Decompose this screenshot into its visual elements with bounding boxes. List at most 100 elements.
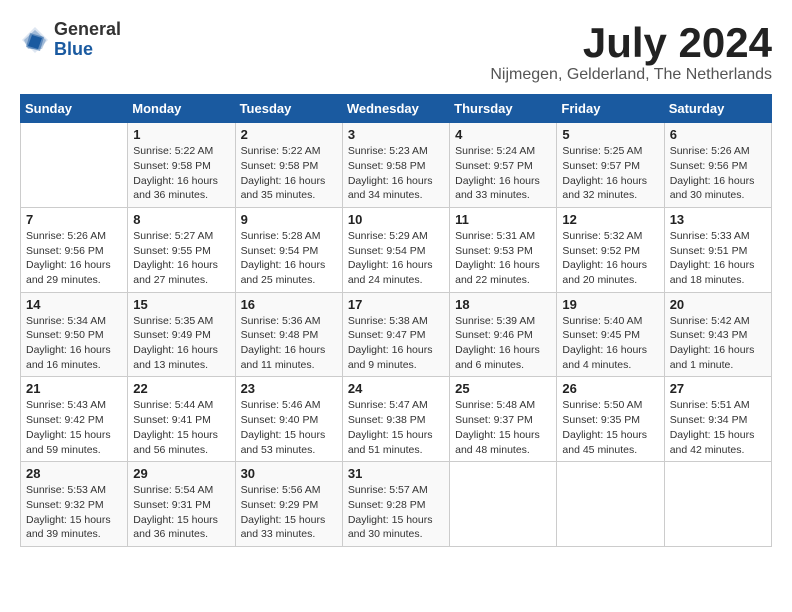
calendar-cell: 2 Sunrise: 5:22 AM Sunset: 9:58 PM Daylig…: [235, 123, 342, 208]
day-info: Sunrise: 5:51 AM Sunset: 9:34 PM Dayligh…: [670, 398, 766, 457]
logo: General Blue: [20, 20, 121, 60]
calendar-week-4: 21Sunrise: 5:43 AM Sunset: 9:42 PM Dayli…: [21, 377, 772, 462]
day-number: 7: [26, 212, 122, 227]
calendar-cell: 29 Sunrise: 5:54 AM Sunset: 9:31 PM Dayli…: [128, 462, 235, 547]
day-number: 31: [348, 466, 444, 481]
day-info: Sunrise: 5:57 AM Sunset: 9:28 PM Dayligh…: [348, 483, 444, 542]
day-number: 11: [455, 212, 551, 227]
day-info: Sunrise: 5:22 AM Sunset: 9:58 PM Dayligh…: [241, 144, 337, 203]
day-number: 5: [562, 127, 658, 142]
day-info: Sunrise: 5:56 AM Sunset: 9:29 PM Dayligh…: [241, 483, 337, 542]
calendar-cell: [557, 462, 664, 547]
header-row: SundayMondayTuesdayWednesdayThursdayFrid…: [21, 95, 772, 123]
day-number: 20: [670, 297, 766, 312]
calendar-cell: 18 Sunrise: 5:39 AM Sunset: 9:46 PM Dayli…: [450, 292, 557, 377]
day-number: 22: [133, 381, 229, 396]
logo-icon: [20, 25, 50, 55]
calendar-cell: 24 Sunrise: 5:47 AM Sunset: 9:38 PM Dayli…: [342, 377, 449, 462]
calendar-week-2: 7 Sunrise: 5:26 AM Sunset: 9:56 PM Daylig…: [21, 207, 772, 292]
calendar-cell: 26 Sunrise: 5:50 AM Sunset: 9:35 PM Dayli…: [557, 377, 664, 462]
day-info: Sunrise: 5:43 AM Sunset: 9:42 PM Dayligh…: [26, 398, 122, 457]
calendar-cell: 8 Sunrise: 5:27 AM Sunset: 9:55 PM Daylig…: [128, 207, 235, 292]
calendar-cell: 11Sunrise: 5:31 AM Sunset: 9:53 PM Dayli…: [450, 207, 557, 292]
calendar-cell: 4 Sunrise: 5:24 AM Sunset: 9:57 PM Daylig…: [450, 123, 557, 208]
calendar-cell: 27Sunrise: 5:51 AM Sunset: 9:34 PM Dayli…: [664, 377, 771, 462]
calendar-cell: 7 Sunrise: 5:26 AM Sunset: 9:56 PM Daylig…: [21, 207, 128, 292]
calendar-cell: 17 Sunrise: 5:38 AM Sunset: 9:47 PM Dayli…: [342, 292, 449, 377]
day-info: Sunrise: 5:50 AM Sunset: 9:35 PM Dayligh…: [562, 398, 658, 457]
day-number: 15: [133, 297, 229, 312]
day-info: Sunrise: 5:48 AM Sunset: 9:37 PM Dayligh…: [455, 398, 551, 457]
day-info: Sunrise: 5:26 AM Sunset: 9:56 PM Dayligh…: [26, 229, 122, 288]
calendar-cell: 23 Sunrise: 5:46 AM Sunset: 9:40 PM Dayli…: [235, 377, 342, 462]
day-number: 17: [348, 297, 444, 312]
calendar-cell: 16Sunrise: 5:36 AM Sunset: 9:48 PM Dayli…: [235, 292, 342, 377]
column-header-thursday: Thursday: [450, 95, 557, 123]
calendar-table: SundayMondayTuesdayWednesdayThursdayFrid…: [20, 94, 772, 547]
calendar-cell: 9 Sunrise: 5:28 AM Sunset: 9:54 PM Daylig…: [235, 207, 342, 292]
day-info: Sunrise: 5:29 AM Sunset: 9:54 PM Dayligh…: [348, 229, 444, 288]
day-number: 19: [562, 297, 658, 312]
day-info: Sunrise: 5:28 AM Sunset: 9:54 PM Dayligh…: [241, 229, 337, 288]
day-number: 3: [348, 127, 444, 142]
logo-text: General Blue: [54, 20, 121, 60]
day-info: Sunrise: 5:25 AM Sunset: 9:57 PM Dayligh…: [562, 144, 658, 203]
column-header-saturday: Saturday: [664, 95, 771, 123]
column-header-sunday: Sunday: [21, 95, 128, 123]
day-number: 25: [455, 381, 551, 396]
day-number: 9: [241, 212, 337, 227]
calendar-cell: 22 Sunrise: 5:44 AM Sunset: 9:41 PM Dayli…: [128, 377, 235, 462]
day-number: 1: [133, 127, 229, 142]
day-number: 4: [455, 127, 551, 142]
day-info: Sunrise: 5:54 AM Sunset: 9:31 PM Dayligh…: [133, 483, 229, 542]
day-info: Sunrise: 5:34 AM Sunset: 9:50 PM Dayligh…: [26, 314, 122, 373]
day-info: Sunrise: 5:33 AM Sunset: 9:51 PM Dayligh…: [670, 229, 766, 288]
calendar-cell: 30Sunrise: 5:56 AM Sunset: 9:29 PM Dayli…: [235, 462, 342, 547]
calendar-cell: 13Sunrise: 5:33 AM Sunset: 9:51 PM Dayli…: [664, 207, 771, 292]
calendar-cell: 20 Sunrise: 5:42 AM Sunset: 9:43 PM Dayli…: [664, 292, 771, 377]
calendar-week-5: 28 Sunrise: 5:53 AM Sunset: 9:32 PM Dayli…: [21, 462, 772, 547]
day-number: 29: [133, 466, 229, 481]
day-info: Sunrise: 5:35 AM Sunset: 9:49 PM Dayligh…: [133, 314, 229, 373]
day-info: Sunrise: 5:40 AM Sunset: 9:45 PM Dayligh…: [562, 314, 658, 373]
calendar-cell: 15 Sunrise: 5:35 AM Sunset: 9:49 PM Dayli…: [128, 292, 235, 377]
day-info: Sunrise: 5:23 AM Sunset: 9:58 PM Dayligh…: [348, 144, 444, 203]
page-header: General Blue July 2024 Nijmegen, Gelderl…: [20, 20, 772, 84]
calendar-cell: [21, 123, 128, 208]
calendar-cell: 21Sunrise: 5:43 AM Sunset: 9:42 PM Dayli…: [21, 377, 128, 462]
day-number: 8: [133, 212, 229, 227]
day-number: 26: [562, 381, 658, 396]
column-header-monday: Monday: [128, 95, 235, 123]
day-info: Sunrise: 5:42 AM Sunset: 9:43 PM Dayligh…: [670, 314, 766, 373]
calendar-week-3: 14 Sunrise: 5:34 AM Sunset: 9:50 PM Dayli…: [21, 292, 772, 377]
day-info: Sunrise: 5:27 AM Sunset: 9:55 PM Dayligh…: [133, 229, 229, 288]
day-info: Sunrise: 5:24 AM Sunset: 9:57 PM Dayligh…: [455, 144, 551, 203]
column-header-tuesday: Tuesday: [235, 95, 342, 123]
month-title: July 2024: [490, 20, 772, 66]
calendar-cell: 28 Sunrise: 5:53 AM Sunset: 9:32 PM Dayli…: [21, 462, 128, 547]
calendar-cell: 19 Sunrise: 5:40 AM Sunset: 9:45 PM Dayli…: [557, 292, 664, 377]
calendar-week-1: 1 Sunrise: 5:22 AM Sunset: 9:58 PM Daylig…: [21, 123, 772, 208]
day-number: 18: [455, 297, 551, 312]
day-number: 23: [241, 381, 337, 396]
calendar-cell: 31 Sunrise: 5:57 AM Sunset: 9:28 PM Dayli…: [342, 462, 449, 547]
day-info: Sunrise: 5:44 AM Sunset: 9:41 PM Dayligh…: [133, 398, 229, 457]
day-number: 10: [348, 212, 444, 227]
day-info: Sunrise: 5:38 AM Sunset: 9:47 PM Dayligh…: [348, 314, 444, 373]
calendar-cell: [450, 462, 557, 547]
day-info: Sunrise: 5:39 AM Sunset: 9:46 PM Dayligh…: [455, 314, 551, 373]
day-info: Sunrise: 5:46 AM Sunset: 9:40 PM Dayligh…: [241, 398, 337, 457]
calendar-cell: 5 Sunrise: 5:25 AM Sunset: 9:57 PM Daylig…: [557, 123, 664, 208]
location: Nijmegen, Gelderland, The Netherlands: [490, 66, 772, 84]
day-number: 14: [26, 297, 122, 312]
title-section: July 2024 Nijmegen, Gelderland, The Neth…: [490, 20, 772, 84]
day-info: Sunrise: 5:32 AM Sunset: 9:52 PM Dayligh…: [562, 229, 658, 288]
day-info: Sunrise: 5:26 AM Sunset: 9:56 PM Dayligh…: [670, 144, 766, 203]
day-number: 2: [241, 127, 337, 142]
day-number: 24: [348, 381, 444, 396]
logo-general: General: [54, 20, 121, 40]
day-info: Sunrise: 5:53 AM Sunset: 9:32 PM Dayligh…: [26, 483, 122, 542]
day-info: Sunrise: 5:47 AM Sunset: 9:38 PM Dayligh…: [348, 398, 444, 457]
logo-blue: Blue: [54, 40, 121, 60]
day-number: 28: [26, 466, 122, 481]
